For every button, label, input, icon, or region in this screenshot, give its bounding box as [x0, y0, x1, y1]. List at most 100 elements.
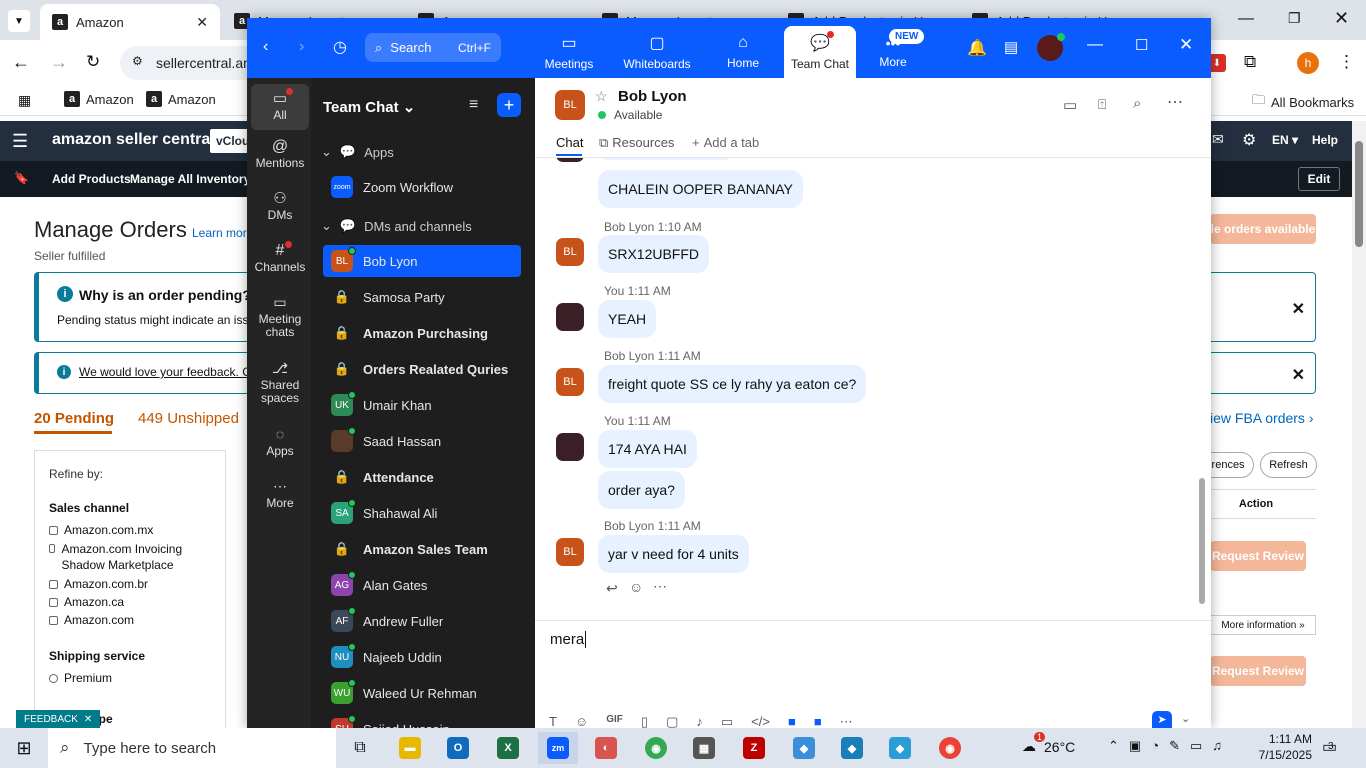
- battery-icon[interactable]: ▭: [1190, 738, 1202, 754]
- search-icon[interactable]: ⌕: [1133, 95, 1141, 112]
- contact-name[interactable]: Bob Lyon: [618, 88, 687, 105]
- channel-item[interactable]: 🔒 Orders Realated Quries: [323, 353, 521, 385]
- star-icon[interactable]: ☆: [595, 88, 608, 105]
- dm-item[interactable]: BL Bob Lyon: [323, 245, 521, 277]
- share-screen-icon[interactable]: ⍐: [1098, 96, 1106, 113]
- bookmark-item[interactable]: a Amazon: [64, 91, 134, 107]
- app-icon[interactable]: ■: [788, 714, 796, 728]
- minimize-icon[interactable]: —: [1238, 10, 1254, 28]
- compose-input[interactable]: mera: [550, 631, 587, 648]
- browser-tab-active[interactable]: a Amazon ✕: [40, 4, 220, 40]
- sender-avatar[interactable]: BL: [556, 538, 584, 566]
- section-dms-channels[interactable]: ⌄ 💬 DMs and channels: [321, 218, 472, 234]
- rail-shared-spaces[interactable]: ⎇ Shared spaces: [251, 361, 309, 405]
- rail-channels[interactable]: # Channels: [251, 241, 309, 274]
- calculator-icon[interactable]: ▦: [684, 732, 724, 764]
- rail-mentions[interactable]: @ Mentions: [251, 139, 309, 170]
- tab-pending[interactable]: 20 Pending: [34, 410, 114, 427]
- zoom-taskbar-icon[interactable]: zm: [538, 732, 578, 764]
- paint-icon[interactable]: ◐: [586, 732, 626, 764]
- new-chat-plus-icon[interactable]: +: [497, 93, 521, 117]
- request-review-button[interactable]: Request Review: [1210, 656, 1306, 686]
- nav-manage-inventory[interactable]: Manage All Inventory: [130, 172, 250, 186]
- profile-avatar[interactable]: h: [1297, 52, 1319, 74]
- edit-nav-button[interactable]: Edit: [1298, 167, 1340, 191]
- checkbox-icon[interactable]: [49, 579, 58, 589]
- outlook-icon[interactable]: O: [438, 732, 478, 764]
- close-icon[interactable]: ✕: [84, 714, 92, 725]
- bell-icon[interactable]: 🔔: [967, 38, 987, 58]
- code-icon[interactable]: </>: [751, 714, 770, 728]
- tab-unshipped[interactable]: 449 Unshipped: [138, 410, 239, 427]
- excel-icon[interactable]: X: [488, 732, 528, 764]
- feedback-tab[interactable]: FEEDBACK ✕: [16, 710, 101, 728]
- language-selector[interactable]: EN ▾: [1272, 133, 1298, 147]
- forward-icon[interactable]: →: [50, 52, 68, 73]
- hamburger-icon[interactable]: ☰: [12, 131, 28, 152]
- view-fba-link[interactable]: iew FBA orders ›: [1210, 410, 1314, 426]
- tab-search-icon[interactable]: ▼: [8, 10, 30, 32]
- page-scrollbar[interactable]: [1352, 121, 1366, 728]
- user-avatar[interactable]: [1037, 33, 1065, 61]
- close-icon[interactable]: ✕: [196, 14, 208, 31]
- message-bubble[interactable]: SRX12UBFFD: [598, 235, 710, 273]
- reply-icon[interactable]: ↩: [606, 580, 618, 597]
- my-avatar[interactable]: [556, 433, 584, 461]
- bookmark-icon[interactable]: 🔖: [14, 171, 29, 185]
- checkbox-icon[interactable]: [49, 615, 58, 625]
- dm-item[interactable]: AF Andrew Fuller: [323, 605, 521, 637]
- close-icon[interactable]: ✕: [1292, 299, 1305, 319]
- tab-resources[interactable]: ⧉ Resources: [599, 135, 674, 151]
- screenshot-icon[interactable]: ▢: [666, 714, 678, 728]
- contact-avatar[interactable]: BL: [555, 90, 585, 120]
- menu-icon[interactable]: ⋮: [1338, 52, 1355, 72]
- app-icon[interactable]: ■: [814, 714, 822, 728]
- channel-item[interactable]: 🔒 Amazon Sales Team: [323, 533, 521, 565]
- channel-item[interactable]: 🔒 Attendance: [323, 461, 521, 493]
- refresh-button[interactable]: Refresh: [1260, 452, 1317, 478]
- zoom-search-box[interactable]: ⌕ Search Ctrl+F: [365, 33, 501, 62]
- channel-checkbox[interactable]: Amazon.com: [49, 613, 211, 627]
- text-format-icon[interactable]: T: [549, 714, 557, 728]
- rail-more[interactable]: ⋯ More: [251, 479, 309, 510]
- checkbox-icon[interactable]: [49, 544, 56, 553]
- chrome-icon[interactable]: ◉: [930, 732, 970, 764]
- settings-gear-icon[interactable]: ⚙: [1242, 130, 1256, 150]
- message-bubble[interactable]: YEAH: [598, 300, 657, 338]
- dm-item[interactable]: AG Alan Gates: [323, 569, 521, 601]
- clock[interactable]: 1:11 AM 7/15/2025: [1254, 731, 1312, 763]
- message-bubble[interactable]: 174 AYA HAI: [598, 430, 697, 468]
- notifications-icon[interactable]: ▭ 3: [1322, 737, 1337, 757]
- scrollbar-thumb[interactable]: [1355, 141, 1363, 247]
- request-review-button[interactable]: Request Review: [1210, 541, 1306, 571]
- rail-dms[interactable]: ⚇ DMs: [251, 191, 309, 222]
- close-window-icon[interactable]: ✕: [1179, 35, 1193, 55]
- emoji-reaction-icon[interactable]: ☺: [629, 579, 643, 595]
- radio-icon[interactable]: [49, 673, 58, 683]
- rail-apps[interactable]: ◌ Apps: [251, 427, 309, 458]
- back-icon[interactable]: ‹: [263, 38, 268, 56]
- amazon-logo[interactable]: amazon seller central: [52, 131, 215, 149]
- dm-item[interactable]: WU Waleed Ur Rehman: [323, 677, 521, 709]
- nav-home[interactable]: ⌂ Home: [707, 26, 779, 78]
- wifi-icon[interactable]: ◔: [1151, 738, 1159, 754]
- nav-team-chat[interactable]: 💬 Team Chat: [784, 26, 856, 78]
- video-message-icon[interactable]: ▭: [721, 714, 733, 728]
- microphone-icon[interactable]: ♪: [696, 714, 703, 728]
- task-view-icon[interactable]: ⧉: [340, 732, 380, 764]
- message-bubble[interactable]: yar v need for 4 units: [598, 535, 749, 573]
- channel-checkbox[interactable]: Amazon.ca: [49, 595, 211, 609]
- more-information-button[interactable]: More information »: [1210, 615, 1316, 635]
- app-icon[interactable]: ◆: [880, 732, 920, 764]
- history-icon[interactable]: ◷: [333, 37, 347, 57]
- windows-start-icon[interactable]: ⊞: [4, 732, 44, 764]
- bookmark-item[interactable]: a Amazon: [146, 91, 216, 107]
- chat-scrollbar[interactable]: [1199, 478, 1205, 604]
- sender-avatar[interactable]: BL: [556, 238, 584, 266]
- network-icon[interactable]: ▣: [1129, 738, 1141, 754]
- tab-chat[interactable]: Chat: [556, 135, 583, 150]
- channel-checkbox[interactable]: Amazon.com.br: [49, 577, 211, 591]
- file-explorer-icon[interactable]: ▬: [390, 732, 430, 764]
- restore-icon[interactable]: ❐: [1288, 10, 1301, 27]
- dm-item[interactable]: Saad Hassan: [323, 425, 521, 457]
